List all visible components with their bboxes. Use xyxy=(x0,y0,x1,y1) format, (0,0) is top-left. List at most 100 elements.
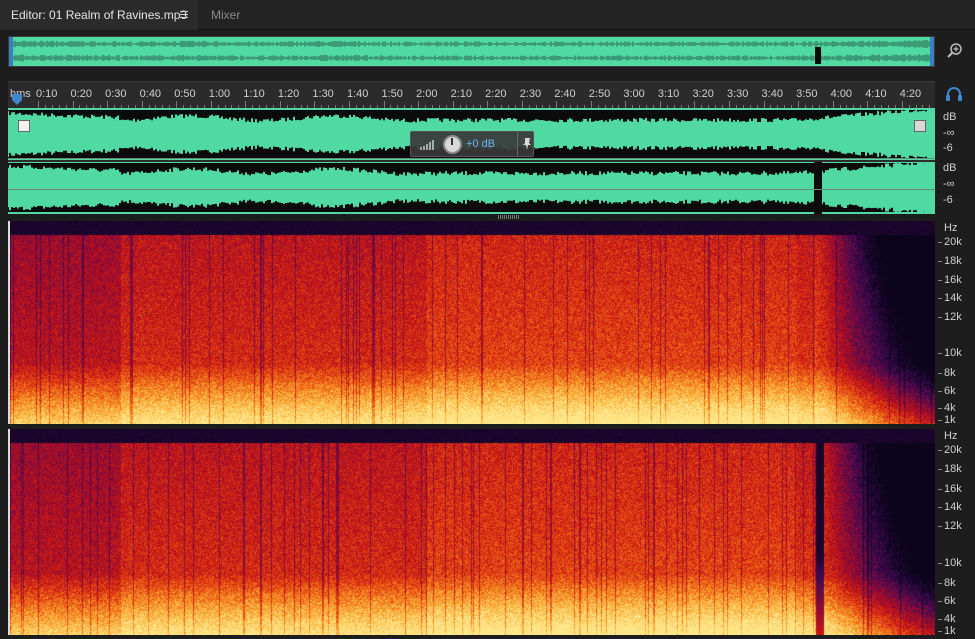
frequency-tick xyxy=(938,261,942,262)
ruler-time-label: 3:40 xyxy=(761,88,783,100)
ruler-time-label: 4:10 xyxy=(865,88,887,100)
ruler-time-label: 1:30 xyxy=(312,88,334,100)
ruler-time-label: 1:40 xyxy=(346,88,369,100)
frequency-label: 14k xyxy=(944,501,962,514)
spectral-display-left[interactable] xyxy=(8,221,935,424)
frequency-tick xyxy=(938,507,942,509)
ruler-tick xyxy=(694,101,696,108)
frequency-label: 12k xyxy=(944,311,962,323)
ruler-time-label: 4:20 xyxy=(899,88,922,100)
panel-resize-grip[interactable] xyxy=(498,215,520,219)
overview-left-handle[interactable] xyxy=(9,37,13,66)
ruler-time-label: 0:50 xyxy=(174,88,196,100)
overview-peaks xyxy=(9,40,934,62)
ruler-tick xyxy=(245,101,247,108)
waveform-display[interactable] xyxy=(8,108,935,214)
ruler-tick xyxy=(487,101,489,108)
frequency-label: 18k xyxy=(944,463,962,476)
channel-divider xyxy=(8,160,935,162)
ruler-time-label: 3:30 xyxy=(727,88,749,100)
frequency-label: 6k xyxy=(944,385,956,397)
frequency-label: 8k xyxy=(944,367,956,379)
frequency-tick xyxy=(938,408,942,409)
frequency-tick xyxy=(938,450,942,452)
ruler-tick xyxy=(798,101,800,108)
frequency-label: 4k xyxy=(944,402,956,414)
tab-mixer[interactable]: Mixer xyxy=(200,0,280,30)
gain-value[interactable]: +0 dB xyxy=(466,138,495,150)
frequency-label: 20k xyxy=(944,444,962,457)
frequency-tick xyxy=(938,391,942,392)
frequency-label: 16k xyxy=(944,274,962,286)
ruler-time-label: 2:10 xyxy=(450,88,473,100)
fade-out-handle[interactable] xyxy=(914,120,926,132)
tab-editor[interactable]: Editor: 01 Realm of Ravines.mp3 xyxy=(0,0,198,30)
neg-inf-label: -∞ xyxy=(943,127,955,139)
ruler-time-label: 4:00 xyxy=(830,88,853,100)
frequency-tick xyxy=(938,469,942,471)
overview-right-handle[interactable] xyxy=(930,37,934,66)
waveform-peaks xyxy=(8,163,925,212)
channel-centerline xyxy=(8,189,935,190)
frequency-label: 1k xyxy=(944,414,956,426)
ruler-tick xyxy=(901,101,903,108)
amplitude-scale: dB -∞ -6 dB -∞ -6 xyxy=(938,108,975,214)
ruler-tick xyxy=(521,101,523,108)
frequency-tick xyxy=(938,373,942,374)
ruler-time-label: 1:50 xyxy=(381,88,403,100)
ruler-tick xyxy=(141,101,143,108)
ruler-time-label: 1:10 xyxy=(243,88,265,100)
hamburger-icon[interactable] xyxy=(178,9,190,21)
headphones-icon[interactable] xyxy=(945,86,963,102)
spectral-display-right[interactable] xyxy=(8,429,935,635)
ruler-time-label: 0:20 xyxy=(70,88,92,100)
ruler-tick xyxy=(729,101,730,108)
ruler-time-label: 3:10 xyxy=(657,88,680,100)
editor-tab-bar: Editor: 01 Realm of Ravines.mp3 Mixer xyxy=(0,0,975,30)
ruler-tick xyxy=(279,101,281,108)
fade-in-handle[interactable] xyxy=(18,120,30,132)
frequency-label: 14k xyxy=(944,292,962,304)
neg-inf-label: -∞ xyxy=(943,178,955,190)
zoom-in-icon[interactable] xyxy=(944,40,966,62)
frequency-tick xyxy=(938,630,942,632)
frequency-tick xyxy=(938,488,942,490)
frequency-label: 1k xyxy=(944,624,956,637)
frequency-label: 8k xyxy=(944,577,956,590)
frequency-label: 10k xyxy=(944,347,962,359)
hud-divider xyxy=(517,132,518,156)
minus6-label: -6 xyxy=(943,194,953,206)
frequency-tick xyxy=(938,601,942,603)
ruler-tick xyxy=(107,101,109,108)
frequency-tick xyxy=(938,583,942,585)
tab-mixer-label: Mixer xyxy=(211,8,241,22)
ruler-time-label: 2:00 xyxy=(416,88,438,100)
minus6-label: -6 xyxy=(943,142,953,154)
hz-label: Hz xyxy=(944,430,958,442)
gain-knob-icon[interactable] xyxy=(443,135,462,154)
gain-hud[interactable]: +0 dB xyxy=(410,131,534,157)
overview-waveform[interactable] xyxy=(8,36,935,67)
ruler-time-label: 2:50 xyxy=(588,88,611,100)
ruler-tick xyxy=(590,101,592,108)
playhead-icon[interactable] xyxy=(11,94,23,106)
ruler-tick xyxy=(383,101,385,108)
frequency-tick xyxy=(938,420,942,421)
channel-centerline xyxy=(8,158,935,159)
ruler-time-label: 0:10 xyxy=(36,88,58,100)
frequency-label: 16k xyxy=(944,482,962,495)
frequency-label: 20k xyxy=(944,236,962,248)
frequency-tick xyxy=(938,317,942,318)
ruler-time-label: 0:30 xyxy=(105,88,127,100)
pin-icon[interactable] xyxy=(521,137,533,151)
frequency-tick xyxy=(938,242,942,243)
overview-silence xyxy=(815,47,821,64)
time-ruler[interactable]: hms 0:100:200:300:400:501:001:101:201:30… xyxy=(8,81,935,108)
ruler-tick xyxy=(763,101,765,108)
ruler-time-label: 3:50 xyxy=(796,88,818,100)
ruler-tick xyxy=(418,101,420,108)
frequency-tick xyxy=(938,353,942,354)
db-label: dB xyxy=(943,111,957,123)
waveform-silence xyxy=(814,160,822,214)
frequency-label: 18k xyxy=(944,255,962,267)
